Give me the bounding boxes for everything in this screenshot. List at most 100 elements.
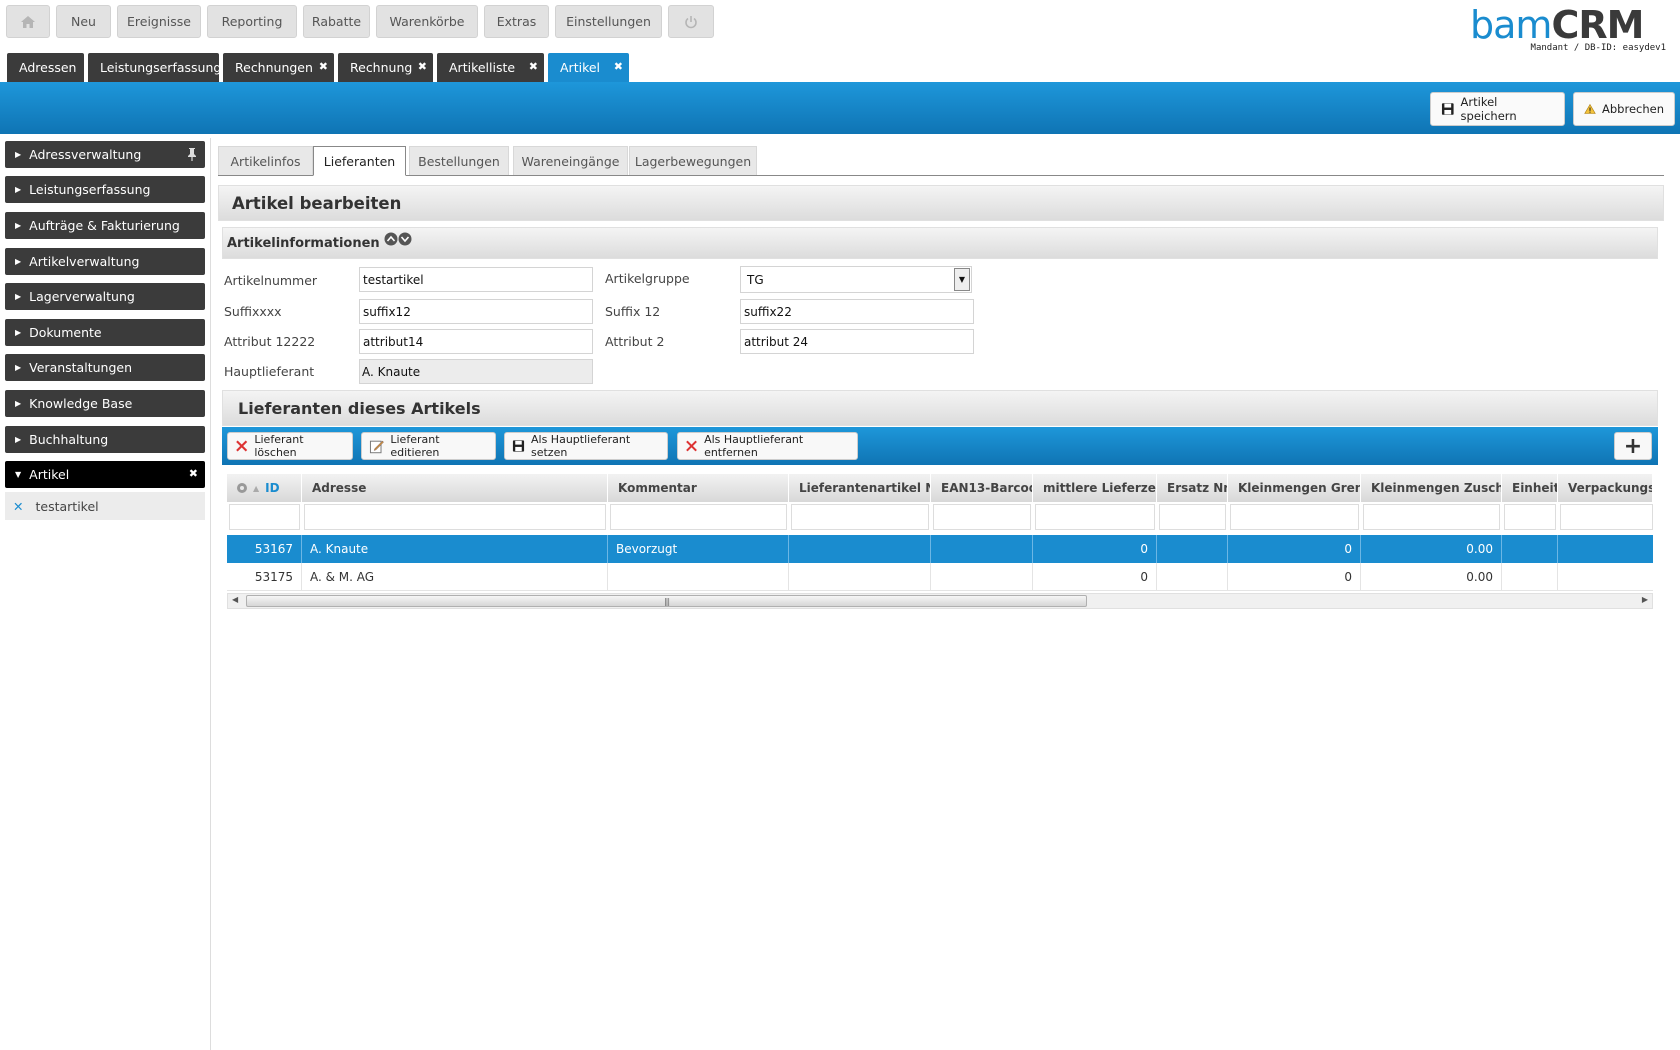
attribut12222-field[interactable]: attribut14 xyxy=(359,329,593,354)
scroll-right-icon[interactable]: ▶ xyxy=(1642,595,1648,604)
add-supplier-button[interactable]: + xyxy=(1614,432,1652,460)
nav-reporting[interactable]: Reporting xyxy=(207,5,297,38)
section-artikelinformationen: Artikelinformationen xyxy=(222,227,1658,259)
nav-einstellungen[interactable]: Einstellungen xyxy=(555,5,662,38)
tab-artikelliste[interactable]: Artikelliste ✖ xyxy=(437,53,544,82)
power-icon xyxy=(685,15,697,28)
nav-ereignisse[interactable]: Ereignisse xyxy=(117,5,201,38)
sidebar-item-leistungserfassung[interactable]: ▶ Leistungserfassung xyxy=(5,176,205,203)
grid-header-lieferzeit[interactable]: mittlere Lieferzeit xyxy=(1033,474,1157,502)
artikelgruppe-select[interactable]: TG ▼ xyxy=(740,266,972,293)
table-row[interactable]: 53167 A. Knaute Bevorzugt 0 0 0.00 xyxy=(227,535,1653,563)
grid-header-adresse[interactable]: Adresse xyxy=(302,474,608,502)
sidebar-item-auftraege[interactable]: ▶ Aufträge & Fakturierung xyxy=(5,212,205,239)
subtab-lieferanten[interactable]: Lieferanten xyxy=(313,146,406,176)
grid-header-kommentar[interactable]: Kommentar xyxy=(608,474,789,502)
cell-zuschlag: 0.00 xyxy=(1361,535,1502,563)
artikelnummer-field[interactable]: testartikel xyxy=(359,267,593,292)
filter-zuschlag[interactable] xyxy=(1363,504,1500,530)
tab-leistungserfassung[interactable]: Leistungserfassung xyxy=(88,53,221,82)
filter-verpackung[interactable] xyxy=(1560,504,1653,530)
sidebar-item-adressverwaltung[interactable]: ▶ Adressverwaltung xyxy=(5,141,205,168)
grid-header-kleinmengen-grenze[interactable]: Kleinmengen Grenze xyxy=(1228,474,1361,502)
filter-ersatz[interactable] xyxy=(1159,504,1226,530)
scroll-thumb[interactable]: ||| xyxy=(246,595,1087,607)
tab-artikel[interactable]: Artikel ✖ xyxy=(548,53,629,82)
sidebar-item-lagerverwaltung[interactable]: ▶ Lagerverwaltung xyxy=(5,283,205,310)
filter-id[interactable] xyxy=(229,504,300,530)
table-row[interactable]: 53175 A. & M. AG 0 0 0.00 xyxy=(227,563,1653,591)
column-label: ID xyxy=(265,481,280,495)
sidebar-item-buchhaltung[interactable]: ▶ Buchhaltung xyxy=(5,426,205,453)
subtab-lagerbewegungen[interactable]: Lagerbewegungen xyxy=(629,146,757,176)
caret-down-icon: ▼ xyxy=(15,470,22,479)
filter-lieferzeit[interactable] xyxy=(1035,504,1155,530)
nav-neu[interactable]: Neu xyxy=(56,5,111,38)
grid-header-ersatz[interactable]: Ersatz Nr. xyxy=(1157,474,1228,502)
logout-button[interactable] xyxy=(668,5,714,38)
grid-header-id[interactable]: ▲ ID xyxy=(227,474,302,502)
close-icon[interactable]: ✖ xyxy=(319,60,328,73)
save-article-button[interactable]: Artikel speichern xyxy=(1430,92,1565,126)
edit-supplier-button[interactable]: Lieferant editieren xyxy=(361,432,496,460)
cell-einheit xyxy=(1502,563,1558,591)
sidebar-item-knowledge-base[interactable]: ▶ Knowledge Base xyxy=(5,390,205,417)
subtab-wareneingaenge[interactable]: Wareneingänge xyxy=(513,146,628,176)
close-icon[interactable]: ✖ xyxy=(418,60,427,73)
sidebar-item-veranstaltungen[interactable]: ▶ Veranstaltungen xyxy=(5,354,205,381)
nav-rabatte[interactable]: Rabatte xyxy=(303,5,370,38)
delete-supplier-button[interactable]: Lieferant löschen xyxy=(227,432,353,460)
sidebar-item-artikel[interactable]: ▼ Artikel ✖ xyxy=(5,461,205,488)
pin-icon[interactable] xyxy=(186,147,198,162)
filter-ean13[interactable] xyxy=(933,504,1031,530)
tab-rechnungen[interactable]: Rechnungen ✖ xyxy=(223,53,334,82)
suffixxxx-field[interactable]: suffix12 xyxy=(359,299,593,324)
scroll-left-icon[interactable]: ◀ xyxy=(232,595,238,604)
gear-icon[interactable] xyxy=(235,481,249,495)
nav-extras[interactable]: Extras xyxy=(484,5,549,38)
attribut2-field[interactable]: attribut 24 xyxy=(740,329,974,354)
sidebar-subitem-testartikel[interactable]: ✕ testartikel xyxy=(5,492,205,520)
set-main-supplier-button[interactable]: Als Hauptlieferant setzen xyxy=(504,432,668,460)
tab-rechnung[interactable]: Rechnung ✖ xyxy=(338,53,433,82)
suffix12-field[interactable]: suffix22 xyxy=(740,299,974,324)
horizontal-scrollbar[interactable]: ◀ ||| ▶ xyxy=(227,593,1653,609)
close-icon[interactable]: ✖ xyxy=(189,467,198,480)
expand-collapse-icon[interactable] xyxy=(384,232,414,246)
sidebar-item-dokumente[interactable]: ▶ Dokumente xyxy=(5,319,205,346)
close-icon[interactable]: ✖ xyxy=(529,60,538,73)
home-icon xyxy=(21,15,35,28)
close-icon[interactable]: ✕ xyxy=(13,499,23,514)
edit-label: Lieferant editieren xyxy=(390,433,440,459)
grid-header-kleinmengen-zuschlag[interactable]: Kleinmengen Zuschlag xyxy=(1361,474,1502,502)
filter-einheit[interactable] xyxy=(1504,504,1556,530)
tab-adressen[interactable]: Adressen xyxy=(7,53,84,82)
column-label: Einheit xyxy=(1512,481,1558,495)
red-x-icon xyxy=(686,440,697,452)
filter-adresse[interactable] xyxy=(304,504,606,530)
close-icon[interactable]: ✖ xyxy=(614,60,623,73)
subtab-artikelinfos[interactable]: Artikelinfos xyxy=(218,146,313,176)
grid-header-verpackung[interactable]: Verpackungsme xyxy=(1558,474,1653,502)
dropdown-arrow-icon[interactable]: ▼ xyxy=(954,268,970,291)
plus-icon: + xyxy=(1623,433,1643,459)
home-button[interactable] xyxy=(6,5,50,38)
cell-ean13 xyxy=(931,535,1033,563)
subtab-bestellungen[interactable]: Bestellungen xyxy=(409,146,509,176)
sidebar-item-artikelverwaltung[interactable]: ▶ Artikelverwaltung xyxy=(5,248,205,275)
remove-main-supplier-button[interactable]: Als Hauptlieferant entfernen xyxy=(677,432,858,460)
grid-header-ean13[interactable]: EAN13-Barcode xyxy=(931,474,1033,502)
cell-ersatz xyxy=(1157,563,1228,591)
filter-lieferantenartikel[interactable] xyxy=(791,504,929,530)
grid-header-lieferantenartikel[interactable]: Lieferantenartikel Nr. xyxy=(789,474,931,502)
grid-header-einheit[interactable]: Einheit xyxy=(1502,474,1558,502)
save-label: Artikel speichern xyxy=(1460,95,1517,123)
filter-grenze[interactable] xyxy=(1230,504,1359,530)
nav-warenkoerbe[interactable]: Warenkörbe xyxy=(376,5,478,38)
cancel-button[interactable]: Abbrechen xyxy=(1573,92,1675,126)
filter-kommentar[interactable] xyxy=(610,504,787,530)
artikelnummer-label: Artikelnummer xyxy=(224,273,318,288)
tab-label: Artikelliste xyxy=(449,60,516,75)
cell-grenze: 0 xyxy=(1228,535,1361,563)
sidebar-item-label: Lagerverwaltung xyxy=(29,289,135,304)
